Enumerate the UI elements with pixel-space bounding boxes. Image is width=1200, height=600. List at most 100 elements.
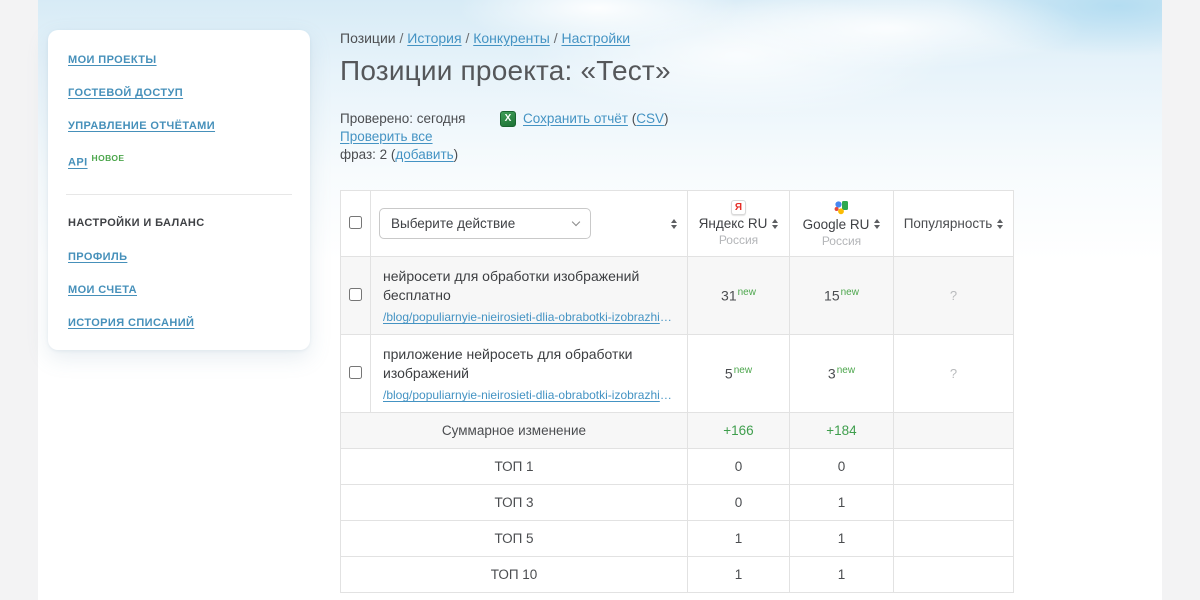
google-summary-cell: 1: [789, 520, 894, 557]
phrase-count: фраз: 2 (добавить): [340, 146, 1015, 164]
sidebar-item-api[interactable]: API НОВОЕ: [68, 153, 290, 169]
sidebar-item-my-accounts[interactable]: МОИ СЧЕТА: [68, 284, 290, 296]
sort-icon[interactable]: [997, 218, 1004, 229]
main-content: Позиции / История / Конкуренты / Настрой…: [340, 30, 1015, 593]
yandex-summary-cell: 1: [687, 556, 790, 593]
phrase-count-prefix: фраз: 2 (: [340, 147, 396, 162]
checked-status: Проверено: сегодня: [340, 111, 466, 126]
row-checkbox-cell: [340, 256, 371, 335]
popularity-summary-cell: [893, 556, 1014, 593]
phrase-text: приложение нейросеть для обработки изобр…: [383, 346, 633, 381]
yandex-position-cell: 31new: [687, 256, 790, 335]
breadcrumb-link-settings[interactable]: Настройки: [561, 30, 630, 46]
csv-link[interactable]: CSV: [636, 111, 664, 126]
popularity-cell: ?: [893, 256, 1014, 335]
breadcrumb-link-competitors[interactable]: Конкуренты: [473, 30, 550, 46]
breadcrumb-separator: /: [399, 30, 404, 46]
popularity-cell: ?: [893, 334, 1014, 413]
select-all-checkbox[interactable]: [349, 215, 362, 229]
phrase-cell: нейросети для обработки изображений бесп…: [370, 256, 688, 335]
yandex-summary-cell: 0: [687, 448, 790, 485]
action-header-cell: Выберите действие: [370, 190, 688, 257]
sidebar-section-settings-balance: НАСТРОЙКИ И БАЛАНС: [68, 216, 205, 229]
google-icon: [833, 200, 849, 216]
sidebar-item-billing-history[interactable]: ИСТОРИЯ СПИСАНИЙ: [68, 317, 290, 329]
summary-label: ТОП 1: [340, 448, 688, 485]
breadcrumb-separator: /: [465, 30, 470, 46]
google-summary-cell: 1: [789, 556, 894, 593]
google-summary-cell: 1: [789, 484, 894, 521]
google-summary-cell: +184: [789, 412, 894, 449]
summary-row-total-change: Суммарное изменение +166 +184: [340, 412, 1014, 449]
summary-row-top3: ТОП 3 0 1: [340, 484, 1014, 521]
google-column-label: Google RU: [802, 216, 870, 232]
csv-wrap: (CSV): [631, 111, 669, 126]
summary-label: ТОП 3: [340, 484, 688, 521]
google-region-label: Россия: [821, 233, 862, 248]
positions-table: Выберите действие Я Яндекс RU Россия Goo…: [340, 190, 1014, 593]
save-report-block: X Сохранить отчёт (CSV): [500, 110, 669, 128]
column-header-popularity[interactable]: Популярность: [893, 190, 1014, 257]
google-summary-cell: 0: [789, 448, 894, 485]
breadcrumb-current: Позиции: [340, 30, 396, 46]
row-checkbox[interactable]: [349, 287, 362, 301]
breadcrumb: Позиции / История / Конкуренты / Настрой…: [340, 30, 1015, 46]
row-checkbox-cell: [340, 334, 371, 413]
phrase-count-suffix: ): [453, 147, 459, 162]
sidebar-item-guest-access[interactable]: ГОСТЕВОЙ ДОСТУП: [68, 87, 290, 99]
phrase-cell: приложение нейросеть для обработки изобр…: [370, 334, 688, 413]
add-phrase-link[interactable]: добавить: [395, 147, 453, 162]
summary-row-top10: ТОП 10 1 1: [340, 556, 1014, 593]
select-all-cell: [340, 190, 371, 257]
yandex-position-cell: 5new: [687, 334, 790, 413]
sidebar-divider: [66, 193, 292, 195]
column-header-yandex[interactable]: Я Яндекс RU Россия: [687, 190, 790, 257]
table-row: приложение нейросеть для обработки изобр…: [340, 334, 1014, 413]
sidebar-item-my-projects[interactable]: МОИ ПРОЕКТЫ: [68, 54, 290, 66]
sort-icon[interactable]: [874, 219, 881, 229]
popularity-summary-cell: [893, 412, 1014, 449]
sidebar-item-report-management[interactable]: УПРАВЛЕНИЕ ОТЧЁТАМИ: [68, 120, 290, 132]
summary-label: ТОП 10: [340, 556, 688, 593]
yandex-region-label: Россия: [718, 233, 759, 247]
sidebar: МОИ ПРОЕКТЫ ГОСТЕВОЙ ДОСТУП УПРАВЛЕНИЕ О…: [48, 30, 310, 350]
sort-icon[interactable]: [671, 218, 677, 229]
new-position-badge: new: [836, 365, 856, 377]
row-checkbox[interactable]: [349, 365, 362, 379]
popularity-column-label: Популярность: [903, 216, 993, 231]
sort-icon[interactable]: [772, 218, 779, 229]
check-all-link[interactable]: Проверить все: [340, 129, 433, 144]
action-select[interactable]: Выберите действие: [379, 208, 591, 239]
excel-icon: X: [500, 111, 516, 127]
new-position-badge: new: [737, 287, 756, 299]
google-position-cell: 3new: [789, 334, 894, 413]
summary-label: ТОП 5: [340, 520, 688, 557]
table-row: нейросети для обработки изображений бесп…: [340, 256, 1014, 335]
phrase-text: нейросети для обработки изображений бесп…: [383, 268, 640, 303]
phrase-url-link[interactable]: /blog/populiarnyie-nieirosieti-dlia-obra…: [383, 388, 675, 402]
yandex-summary-cell: 1: [687, 520, 790, 557]
summary-row-top5: ТОП 5 1 1: [340, 520, 1014, 557]
yandex-column-label: Яндекс RU: [698, 216, 768, 231]
popularity-summary-cell: [893, 448, 1014, 485]
breadcrumb-separator: /: [553, 30, 558, 46]
column-header-google[interactable]: Google RU Россия: [789, 190, 894, 257]
new-position-badge: new: [840, 287, 859, 299]
table-header-row: Выберите действие Я Яндекс RU Россия Goo…: [340, 190, 1014, 257]
phrase-url-link[interactable]: /blog/populiarnyie-nieirosieti-dlia-obra…: [383, 310, 675, 324]
google-position-cell: 15new: [789, 256, 894, 335]
popularity-summary-cell: [893, 484, 1014, 521]
report-meta: Проверено: сегодня Проверить все фраз: 2…: [340, 110, 1015, 168]
yandex-icon: Я: [731, 200, 746, 215]
new-position-badge: new: [733, 365, 753, 377]
page-title: Позиции проекта: «Тест»: [340, 55, 671, 86]
summary-label: Суммарное изменение: [340, 412, 688, 449]
popularity-summary-cell: [893, 520, 1014, 557]
breadcrumb-link-history[interactable]: История: [407, 30, 461, 46]
new-badge: НОВОЕ: [91, 153, 125, 163]
sidebar-item-profile[interactable]: ПРОФИЛЬ: [68, 251, 290, 263]
yandex-summary-cell: +166: [687, 412, 790, 449]
sidebar-item-api-label: API: [68, 156, 88, 169]
yandex-summary-cell: 0: [687, 484, 790, 521]
save-report-link[interactable]: Сохранить отчёт: [523, 111, 628, 126]
